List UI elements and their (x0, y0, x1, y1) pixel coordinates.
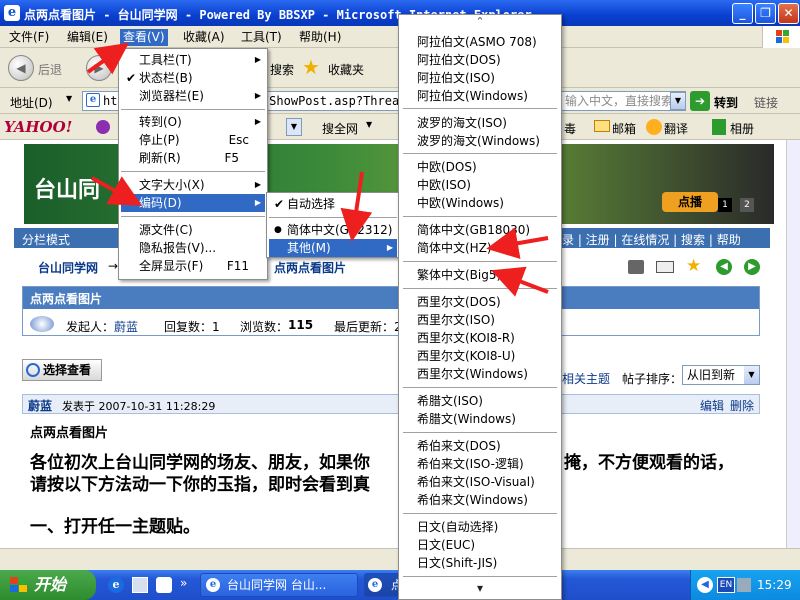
arrow-to-other (340, 171, 373, 242)
annotation-arrows (86, 42, 549, 297)
arrow-to-big5 (491, 266, 549, 297)
arrow-to-hz (486, 227, 549, 260)
arrow-to-view-menu (86, 42, 130, 75)
arrow-to-encoding (91, 176, 142, 206)
